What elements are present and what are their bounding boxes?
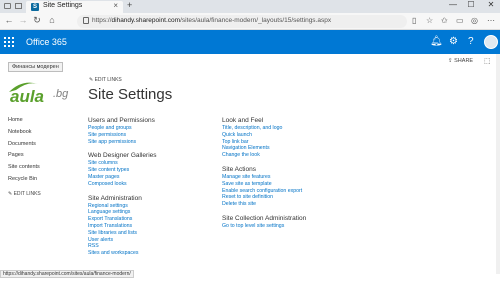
link-site-columns[interactable]: Site columns xyxy=(88,160,157,167)
left-navigation: Home Notebook Documents Pages Site conte… xyxy=(8,115,41,201)
link-master-pages[interactable]: Master pages xyxy=(88,174,157,181)
link-site-libraries-lists[interactable]: Site libraries and lists xyxy=(88,230,157,237)
nav-item-site-contents[interactable]: Site contents xyxy=(8,162,41,174)
link-manage-site-features[interactable]: Manage site features xyxy=(222,174,306,181)
nav-item-notebook[interactable]: Notebook xyxy=(8,127,41,139)
section-title: Look and Feel xyxy=(222,117,264,124)
section-title: Site Administration xyxy=(88,194,142,202)
minimize-button[interactable]: — xyxy=(446,0,460,9)
link-quick-launch[interactable]: Quick launch xyxy=(222,132,306,139)
office365-title[interactable]: Office 365 xyxy=(26,37,67,47)
tab-actions-icon[interactable] xyxy=(4,3,11,9)
settings-gear-icon[interactable]: ⚙ xyxy=(449,36,458,47)
notifications-bell-icon[interactable]: 🔔︎ xyxy=(430,36,443,47)
link-site-content-types[interactable]: Site content types xyxy=(88,167,157,174)
close-window-button[interactable]: ✕ xyxy=(484,0,498,9)
svg-text:aula: aula xyxy=(10,87,44,104)
page-title: Site Settings xyxy=(88,86,173,103)
section-title: Users and Permissions xyxy=(88,117,155,124)
reading-view-icon[interactable]: ▯ xyxy=(412,16,416,25)
page-scrollbar[interactable] xyxy=(496,54,500,274)
url-field[interactable]: https://dihandy.sharepoint.com/sites/aul… xyxy=(77,15,407,28)
link-enable-search-export[interactable]: Enable search configuration export xyxy=(222,188,306,195)
tab-title: Site Settings xyxy=(43,2,83,9)
url-text: https://dihandy.sharepoint.com/sites/aul… xyxy=(92,17,332,24)
aula-logo[interactable]: aula .bg xyxy=(8,78,78,104)
sharepoint-favicon-icon: S xyxy=(31,3,39,11)
section-title: Site Actions xyxy=(222,165,256,173)
link-rss[interactable]: RSS xyxy=(88,243,157,250)
back-icon[interactable]: ← xyxy=(3,15,15,25)
suite-bar: Office 365 🔔︎ ⚙ ? xyxy=(0,30,500,54)
link-delete-site[interactable]: Delete this site xyxy=(222,201,306,208)
favorites-list-icon[interactable]: ✩ xyxy=(441,16,448,25)
section-title: Site Collection Administration xyxy=(222,214,307,222)
nav-item-pages[interactable]: Pages xyxy=(8,150,41,162)
more-menu-icon[interactable]: ⋯ xyxy=(487,16,495,25)
section-look-and-feel: Look and Feel Title, description, and lo… xyxy=(222,116,306,159)
section-title: Web Designer Galleries xyxy=(88,152,157,160)
app-launcher-icon[interactable] xyxy=(4,37,14,47)
link-import-translations[interactable]: Import Translations xyxy=(88,223,157,230)
link-export-translations[interactable]: Export Translations xyxy=(88,216,157,223)
new-tab-button[interactable]: + xyxy=(127,0,132,10)
link-site-app-permissions[interactable]: Site app permissions xyxy=(88,139,157,146)
site-title-tooltip: Финансы модерен xyxy=(8,62,63,72)
section-users-permissions: Users and Permissions People and groups … xyxy=(88,116,157,145)
address-bar: ← → ↻ ⌂ https://dihandy.sharepoint.com/s… xyxy=(0,13,500,30)
lock-icon xyxy=(83,17,89,24)
link-change-the-look[interactable]: Change the look xyxy=(222,152,306,159)
link-reset-site-definition[interactable]: Reset to site definition xyxy=(222,194,306,201)
tab-switch-icon[interactable] xyxy=(15,3,22,9)
link-user-alerts[interactable]: User alerts xyxy=(88,237,157,244)
settings-column-right: Look and Feel Title, description, and lo… xyxy=(222,116,306,235)
section-site-collection-admin: Site Collection Administration Go to top… xyxy=(222,214,306,230)
maximize-button[interactable]: ☐ xyxy=(464,0,478,9)
link-top-level-site-settings[interactable]: Go to top level site settings xyxy=(222,223,306,230)
link-regional-settings[interactable]: Regional settings xyxy=(88,203,157,210)
avatar[interactable] xyxy=(484,35,498,49)
nav-item-home[interactable]: Home xyxy=(8,115,41,127)
link-people-groups[interactable]: People and groups xyxy=(88,125,157,132)
settings-column-left: Users and Permissions People and groups … xyxy=(88,116,157,262)
edit-links-nav[interactable]: ✎ EDIT LINKS xyxy=(8,189,41,201)
focus-content-icon[interactable]: ⬚ xyxy=(484,57,491,65)
svg-text:.bg: .bg xyxy=(53,88,69,100)
nav-item-documents[interactable]: Documents xyxy=(8,139,41,151)
collections-icon[interactable]: ▭ xyxy=(456,16,464,25)
share-button[interactable]: ⇪ SHARE xyxy=(448,58,473,64)
edit-links-top[interactable]: ✎ EDIT LINKS xyxy=(89,77,122,83)
nav-item-recycle-bin[interactable]: Recycle Bin xyxy=(8,174,41,186)
link-title-description-logo[interactable]: Title, description, and logo xyxy=(222,125,306,132)
tab-close-icon[interactable]: × xyxy=(113,1,118,10)
section-web-designer: Web Designer Galleries Site columns Site… xyxy=(88,151,157,187)
link-site-permissions[interactable]: Site permissions xyxy=(88,132,157,139)
refresh-icon[interactable]: ↻ xyxy=(31,15,43,26)
link-sites-workspaces[interactable]: Sites and workspaces xyxy=(88,250,157,257)
favorite-star-icon[interactable]: ☆ xyxy=(426,16,433,25)
home-icon[interactable]: ⌂ xyxy=(46,15,58,25)
section-site-administration: Site Administration Regional settings La… xyxy=(88,194,157,257)
profile-icon[interactable]: ◎ xyxy=(471,16,478,25)
browser-titlebar: S Site Settings × + — ☐ ✕ xyxy=(0,0,500,13)
browser-tab[interactable]: S Site Settings × xyxy=(26,1,123,13)
section-site-actions: Site Actions Manage site features Save s… xyxy=(222,165,306,208)
help-icon[interactable]: ? xyxy=(468,36,474,47)
link-navigation-elements[interactable]: Navigation Elements xyxy=(222,145,306,152)
link-top-link-bar[interactable]: Top link bar xyxy=(222,139,306,146)
link-save-site-template[interactable]: Save site as template xyxy=(222,181,306,188)
forward-icon[interactable]: → xyxy=(17,15,29,25)
status-bar-url: https://dihandy.sharepoint.com/sites/aul… xyxy=(0,270,134,278)
link-language-settings[interactable]: Language settings xyxy=(88,209,157,216)
link-composed-looks[interactable]: Composed looks xyxy=(88,181,157,188)
